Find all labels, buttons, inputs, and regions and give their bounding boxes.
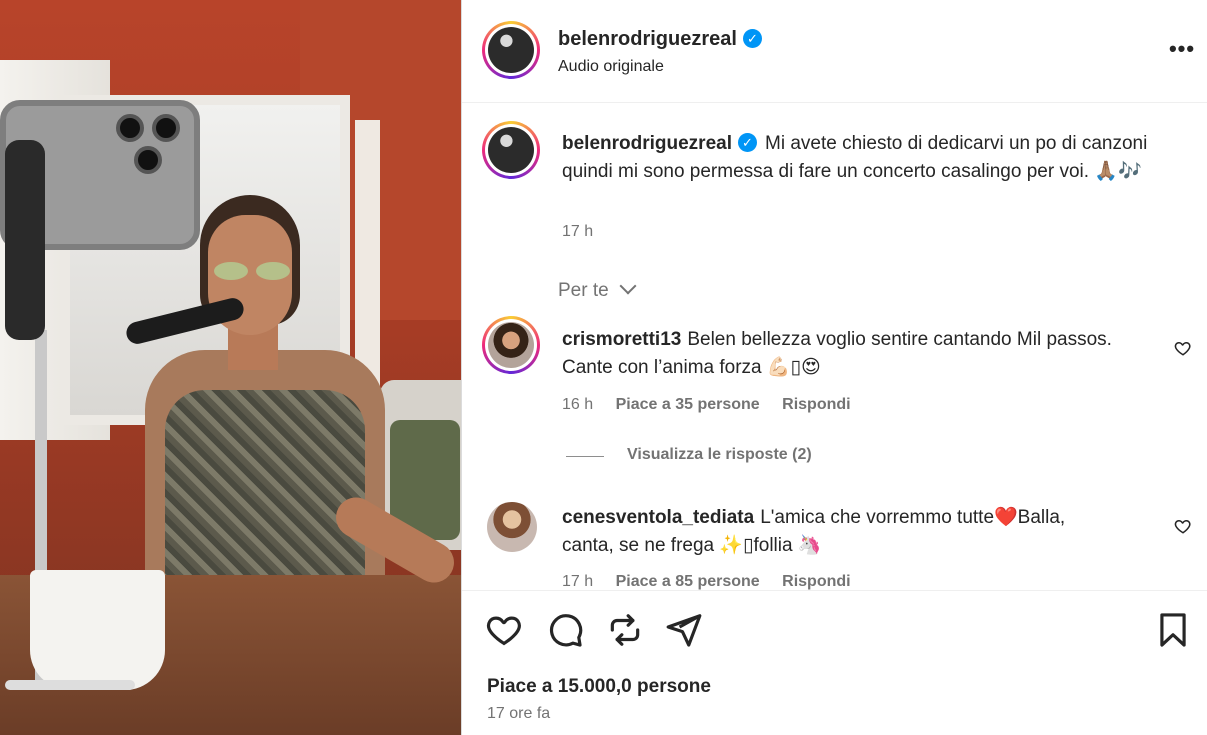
eye-patch-left (214, 262, 248, 280)
cup (30, 570, 165, 690)
caption-username[interactable]: belenrodriguezreal (562, 133, 732, 154)
caption-time[interactable]: 17 h (562, 223, 593, 240)
phone-holder (5, 140, 45, 340)
author-username-text[interactable]: belenrodriguezreal (558, 28, 737, 50)
like-comment-icon[interactable] (1174, 339, 1192, 357)
camera-lens (152, 114, 180, 142)
comment-time[interactable]: 17 h (562, 573, 593, 590)
caption: belenrodriguezreal ✓ Mi avete chiesto di d… (562, 130, 1162, 186)
comment-filter-label: Per te (558, 280, 609, 301)
author-username[interactable]: belenrodriguezreal ✓ (558, 28, 762, 51)
comment-likes[interactable]: Piace a 35 persone (616, 396, 760, 413)
post-header: belenrodriguezreal ✓ Audio originale ••• (462, 0, 1207, 103)
comment-filter-dropdown[interactable]: Per te (558, 277, 637, 302)
action-bar: Piace a 15.000,0 persone 17 ore fa (462, 590, 1207, 735)
comment-icon[interactable] (546, 611, 584, 649)
comment-likes[interactable]: Piace a 85 persone (616, 573, 760, 590)
view-replies-button[interactable]: Visualizza le risposte (2) (627, 446, 812, 464)
comment-username[interactable]: cenesventola_tediata (562, 507, 754, 528)
heart-icon[interactable] (485, 611, 523, 649)
comment-item: cenesventola_tediata L'amica che vorremmo… (562, 504, 1122, 560)
camera-lens (116, 114, 144, 142)
bookmark-icon[interactable] (1154, 611, 1192, 649)
caption-avatar[interactable] (482, 121, 540, 179)
post-likes[interactable]: Piace a 15.000,0 persone (487, 676, 711, 698)
caption-meta: 17 h (562, 223, 611, 241)
commenter-avatar[interactable] (487, 502, 537, 552)
comment-time[interactable]: 16 h (562, 396, 593, 413)
comment-meta: 16 h Piace a 35 persone Rispondi (562, 396, 869, 414)
reply-button[interactable]: Rispondi (782, 396, 850, 413)
comment-meta: 17 h Piace a 85 persone Rispondi (562, 573, 869, 590)
comments-section: belenrodriguezreal ✓ Mi avete chiesto di d… (462, 104, 1207, 590)
tripod-base (5, 680, 135, 690)
like-comment-icon[interactable] (1174, 517, 1192, 535)
verified-icon: ✓ (738, 133, 757, 152)
comment-username[interactable]: crismoretti13 (562, 329, 681, 350)
reply-button[interactable]: Rispondi (782, 573, 850, 590)
post-panel: belenrodriguezreal ✓ Audio originale ••• … (461, 0, 1207, 735)
author-avatar[interactable] (482, 21, 540, 79)
verified-icon: ✓ (742, 29, 762, 48)
share-icon[interactable] (665, 611, 703, 649)
chevron-down-icon (619, 277, 637, 295)
post-video[interactable] (0, 0, 461, 735)
camera-lens (134, 146, 162, 174)
commenter-avatar[interactable] (482, 316, 540, 374)
replies-divider (566, 456, 604, 457)
repost-icon[interactable] (606, 611, 644, 649)
more-icon[interactable]: ••• (1156, 36, 1207, 66)
audio-label[interactable]: Audio originale (558, 58, 664, 76)
person-dress (165, 390, 365, 590)
post-timestamp[interactable]: 17 ore fa (487, 705, 550, 723)
eye-patch-right (256, 262, 290, 280)
comment-item: crismoretti13 Belen bellezza voglio senti… (562, 326, 1122, 382)
